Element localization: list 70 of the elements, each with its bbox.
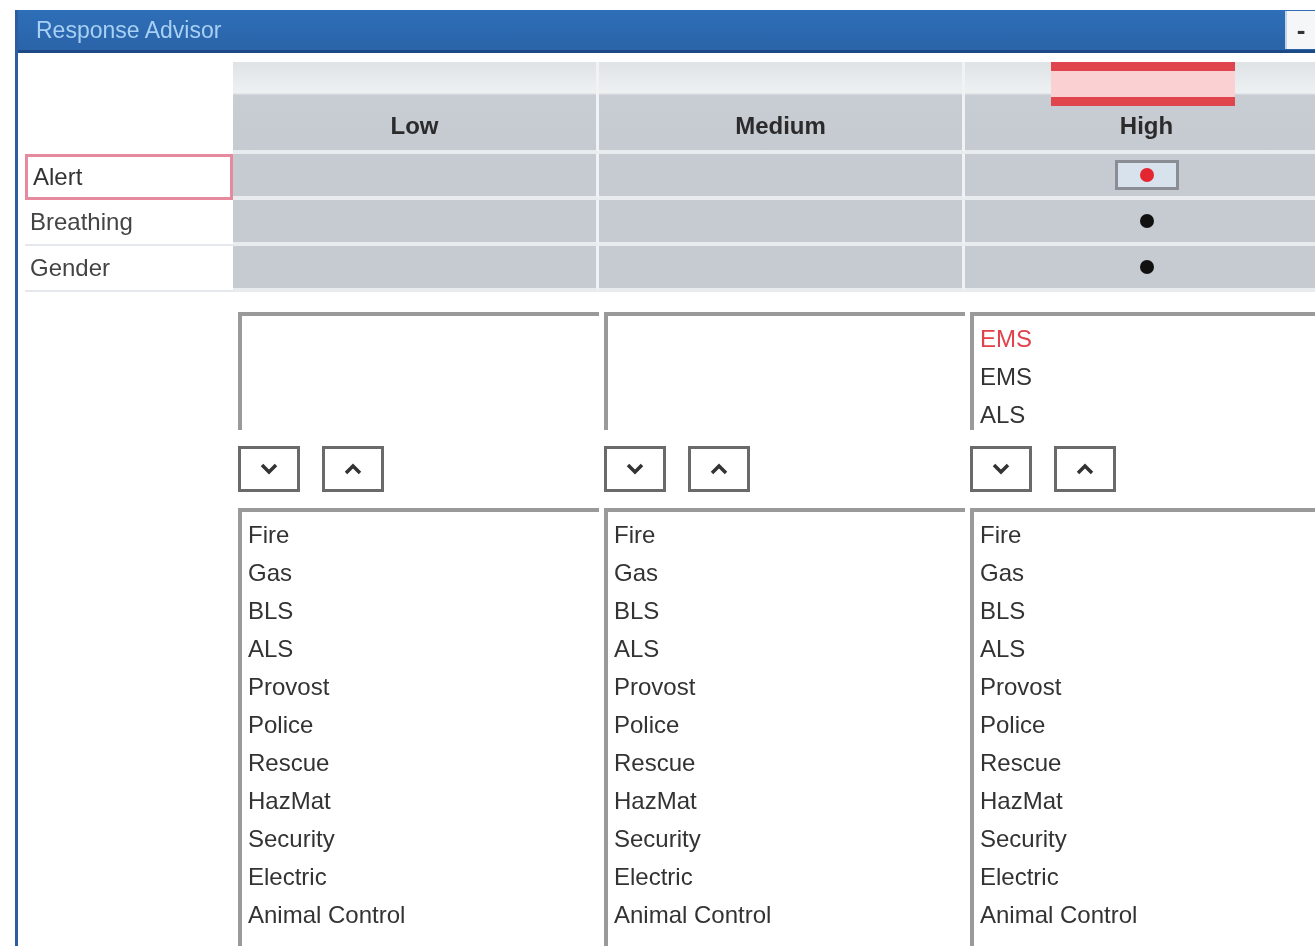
- list-item[interactable]: Gas: [612, 554, 961, 592]
- list-item[interactable]: Police: [246, 706, 595, 744]
- grid-cell[interactable]: [233, 200, 599, 246]
- move-down-button[interactable]: [970, 446, 1032, 492]
- minimize-button[interactable]: -: [1285, 11, 1315, 49]
- list-item[interactable]: Rescue: [978, 744, 1315, 782]
- grid-cell[interactable]: [599, 246, 965, 292]
- list-item[interactable]: HazMat: [612, 782, 961, 820]
- level-dot: [1139, 168, 1154, 182]
- column-header[interactable]: Medium: [599, 62, 965, 154]
- grid-cell[interactable]: [233, 246, 599, 292]
- list-item[interactable]: HazMat: [246, 782, 595, 820]
- list-item[interactable]: ALS: [978, 630, 1315, 668]
- list-item[interactable]: Provost: [978, 668, 1315, 706]
- list-item[interactable]: Rescue: [612, 744, 961, 782]
- list-item[interactable]: ALS: [612, 630, 961, 668]
- list-item[interactable]: Security: [612, 820, 961, 858]
- assigned-list[interactable]: EMS EMS ALS: [970, 312, 1315, 430]
- move-down-button[interactable]: [238, 446, 300, 492]
- available-list[interactable]: Fire Gas BLS ALS Provost Police Rescue HazMat Security Electric Animal Control: [238, 508, 599, 946]
- grid-cell[interactable]: [599, 200, 965, 246]
- list-item[interactable]: Provost: [612, 668, 961, 706]
- list-item[interactable]: Gas: [246, 554, 595, 592]
- move-up-button[interactable]: [1054, 446, 1116, 492]
- move-up-button[interactable]: [322, 446, 384, 492]
- list-item[interactable]: EMS: [978, 358, 1315, 396]
- available-list[interactable]: Fire Gas BLS ALS Provost Police Rescue HazMat Security Electric Animal Control: [970, 508, 1315, 946]
- column-header[interactable]: Low: [233, 62, 599, 154]
- chevron-up-icon: [710, 463, 728, 475]
- list-item[interactable]: BLS: [246, 592, 595, 630]
- list-item[interactable]: Security: [246, 820, 595, 858]
- list-item[interactable]: Security: [978, 820, 1315, 858]
- move-down-button[interactable]: [604, 446, 666, 492]
- grid-cell[interactable]: [599, 154, 965, 200]
- list-item[interactable]: Animal Control: [612, 896, 961, 934]
- available-list[interactable]: Fire Gas BLS ALS Provost Police Rescue HazMat Security Electric Animal Control: [604, 508, 965, 946]
- list-item[interactable]: Fire: [612, 516, 961, 554]
- list-item[interactable]: HazMat: [978, 782, 1315, 820]
- level-dot[interactable]: [1139, 214, 1154, 228]
- chevron-up-icon: [344, 463, 362, 475]
- grid-cell[interactable]: [965, 246, 1315, 292]
- list-item[interactable]: Animal Control: [246, 896, 595, 934]
- grid-cell[interactable]: [233, 154, 599, 200]
- list-item[interactable]: ALS: [978, 396, 1315, 430]
- move-up-button[interactable]: [688, 446, 750, 492]
- level-dot[interactable]: [1139, 260, 1154, 274]
- column-header[interactable]: High: [965, 62, 1315, 154]
- window-title: Response Advisor: [35, 16, 222, 44]
- list-item[interactable]: Animal Control: [978, 896, 1315, 934]
- list-item[interactable]: Police: [978, 706, 1315, 744]
- list-item[interactable]: BLS: [612, 592, 961, 630]
- list-item[interactable]: Police: [612, 706, 961, 744]
- chevron-down-icon: [626, 463, 644, 475]
- chevron-down-icon: [992, 463, 1010, 475]
- list-item[interactable]: Electric: [612, 858, 961, 896]
- list-item[interactable]: Rescue: [246, 744, 595, 782]
- list-item[interactable]: ALS: [246, 630, 595, 668]
- chevron-up-icon: [1076, 463, 1094, 475]
- list-item[interactable]: Provost: [246, 668, 595, 706]
- list-item[interactable]: Gas: [978, 554, 1315, 592]
- list-item[interactable]: Fire: [246, 516, 595, 554]
- grid-cell[interactable]: [965, 200, 1315, 246]
- list-item[interactable]: Electric: [978, 858, 1315, 896]
- list-item[interactable]: EMS: [978, 320, 1315, 358]
- list-item[interactable]: Electric: [246, 858, 595, 896]
- chevron-down-icon: [260, 463, 278, 475]
- list-item[interactable]: BLS: [978, 592, 1315, 630]
- grid-cell[interactable]: [965, 154, 1315, 200]
- row-label[interactable]: Alert: [25, 154, 233, 200]
- list-item[interactable]: Fire: [978, 516, 1315, 554]
